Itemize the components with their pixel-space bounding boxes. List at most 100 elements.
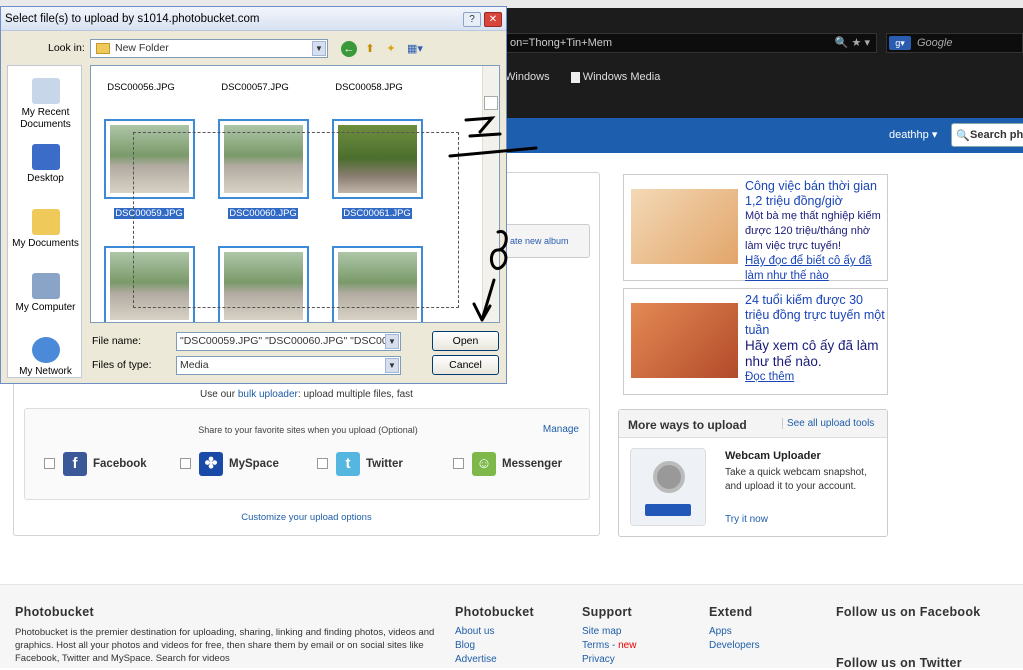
- file-name-label: File name:: [92, 335, 142, 347]
- file-item[interactable]: DSC00056.JPG: [91, 82, 191, 93]
- footer-col-title: Photobucket: [455, 605, 534, 619]
- share-myspace[interactable]: ✤ MySpace: [180, 451, 279, 477]
- up-folder-icon[interactable]: ⬆: [362, 41, 378, 57]
- place-my-computer[interactable]: My Computer: [8, 273, 83, 314]
- file-type-select[interactable]: Media ▼: [176, 356, 401, 375]
- manage-link[interactable]: Manage: [543, 424, 579, 435]
- ad-1[interactable]: Công việc bán thời gian 1,2 triệu đồng/g…: [623, 174, 888, 284]
- share-twitter[interactable]: t Twitter: [317, 451, 403, 477]
- checkbox[interactable]: [44, 458, 55, 470]
- place-desktop[interactable]: Desktop: [8, 144, 83, 185]
- share-messenger[interactable]: ☺ Messenger: [453, 451, 562, 477]
- address-bar[interactable]: on=Thong+Tin+Mem 🔍 ★ ▾: [505, 33, 877, 53]
- chevron-down-icon[interactable]: ▼: [385, 334, 399, 349]
- my-computer-icon: [31, 273, 60, 299]
- ad-image: [631, 303, 738, 378]
- file-name-input[interactable]: "DSC00059.JPG" "DSC00060.JPG" "DSC000 ▼: [176, 332, 401, 351]
- selection-rectangle: [133, 132, 459, 308]
- footer-link[interactable]: Advertise: [455, 654, 497, 665]
- cancel-button[interactable]: Cancel: [432, 355, 499, 375]
- facebook-icon: f: [63, 451, 87, 476]
- checkbox[interactable]: [180, 458, 191, 470]
- share-panel: Share to your favorite sites when you up…: [24, 408, 590, 500]
- footer-link[interactable]: Site map: [582, 626, 621, 637]
- google-search-box[interactable]: g▾ Google: [886, 33, 1023, 53]
- file-open-dialog: Select file(s) to upload by s1014.photob…: [0, 6, 507, 384]
- dialog-title: Select file(s) to upload by s1014.photob…: [5, 13, 260, 25]
- chevron-down-icon[interactable]: ▼: [312, 41, 326, 56]
- see-all-tools-link[interactable]: See all upload tools: [782, 418, 874, 429]
- bookmark-windows[interactable]: Windows: [505, 71, 550, 83]
- bulk-uploader-text: Use our bulk uploader: upload multiple f…: [200, 389, 413, 400]
- webcam-title: Webcam Uploader: [725, 450, 821, 462]
- share-facebook[interactable]: f Facebook: [44, 451, 147, 477]
- new-folder-icon[interactable]: ✦: [383, 41, 399, 57]
- footer-link[interactable]: Terms - new: [582, 640, 636, 651]
- bulk-uploader-link[interactable]: bulk uploader: [238, 389, 298, 400]
- webcam-desc: Take a quick webcam snapshot, and upload…: [725, 467, 867, 492]
- share-text: Share to your favorite sites when you up…: [198, 425, 418, 435]
- footer-col-title: Extend: [709, 605, 753, 619]
- recent-documents-icon: [31, 78, 60, 104]
- try-it-link[interactable]: Try it now: [725, 514, 768, 525]
- user-menu[interactable]: deathhp ▾: [889, 128, 937, 141]
- twitter-icon: t: [336, 451, 360, 476]
- ad-title: 24 tuổi kiếm được 30 triệu đồng trực tuy…: [745, 293, 885, 337]
- back-icon[interactable]: ←: [341, 41, 357, 57]
- customize-upload-link[interactable]: Customize your upload options: [13, 512, 600, 523]
- place-recent[interactable]: My Recent Documents: [8, 78, 83, 131]
- checkbox[interactable]: [453, 458, 464, 470]
- footer-link[interactable]: Blog: [455, 640, 475, 651]
- new-badge: new: [618, 640, 637, 651]
- ad-2[interactable]: 24 tuổi kiếm được 30 triệu đồng trực tuy…: [623, 288, 888, 395]
- footer-link[interactable]: Privacy: [582, 654, 615, 665]
- file-type-label: Files of type:: [92, 359, 152, 371]
- annotation-seven-mark: [448, 116, 538, 158]
- footer: Photobucket Photobucket is the premier d…: [0, 584, 1023, 670]
- footer-description: Photobucket is the premier destination f…: [15, 627, 435, 664]
- google-logo-icon: g▾: [889, 36, 911, 50]
- look-in-label: Look in:: [48, 42, 85, 54]
- place-my-network[interactable]: My Network: [8, 337, 83, 378]
- messenger-icon: ☺: [472, 451, 496, 476]
- myspace-icon: ✤: [199, 451, 223, 476]
- ad-body: Hãy xem cô ấy đã làm như thế nào.: [745, 338, 879, 369]
- footer-link[interactable]: Developers: [709, 640, 760, 651]
- footer-link[interactable]: Apps: [709, 626, 732, 637]
- file-item[interactable]: DSC00057.JPG: [205, 82, 305, 93]
- help-button[interactable]: ?: [463, 12, 481, 27]
- handwritten-annotations: [448, 116, 538, 322]
- view-menu-icon[interactable]: ▦▾: [404, 41, 426, 57]
- site-search-input[interactable]: 🔍 Search ph: [951, 123, 1023, 147]
- chevron-down-icon[interactable]: ▼: [385, 358, 399, 373]
- webcam-icon[interactable]: [630, 448, 706, 526]
- file-item[interactable]: DSC00058.JPG: [319, 82, 419, 93]
- star-icon[interactable]: 🔍 ★ ▾: [835, 34, 870, 52]
- file-list: DSC00056.JPG DSC00057.JPG DSC00058.JPG D…: [90, 65, 500, 323]
- places-bar: My Recent Documents Desktop My Documents…: [7, 65, 82, 378]
- ad-body: Một bà mẹ thất nghiệp kiếm được 120 triệ…: [745, 210, 881, 252]
- folder-icon: [96, 43, 110, 54]
- dialog-titlebar: Select file(s) to upload by s1014.photob…: [1, 7, 506, 31]
- checkbox[interactable]: [317, 458, 328, 470]
- my-network-icon: [31, 337, 60, 363]
- bookmark-windows-media[interactable]: Windows Media: [570, 71, 660, 83]
- footer-brand: Photobucket: [15, 605, 94, 619]
- place-my-documents[interactable]: My Documents: [8, 209, 83, 250]
- follow-facebook[interactable]: Follow us on Facebook: [836, 605, 981, 619]
- site-header: deathhp ▾ 🔍 Search ph: [505, 118, 1023, 153]
- my-documents-icon: [31, 209, 60, 235]
- ad-title: Công việc bán thời gian 1,2 triệu đồng/g…: [745, 179, 877, 208]
- ad-link[interactable]: Hãy đọc để biết cô ấy đã làm như thế nào: [745, 254, 887, 284]
- more-ways-title: More ways to upload: [628, 418, 747, 432]
- search-icon: 🔍: [956, 130, 970, 142]
- bookmarks-bar: Windows Windows Media: [505, 66, 1023, 88]
- annotation-eight-arrow: [472, 230, 508, 322]
- footer-link[interactable]: About us: [455, 626, 494, 637]
- ad-link[interactable]: Đọc thêm: [745, 370, 887, 385]
- footer-col-title: Support: [582, 605, 633, 619]
- page-icon: [570, 71, 580, 83]
- open-button[interactable]: Open: [432, 331, 499, 351]
- look-in-select[interactable]: New Folder ▼: [90, 39, 328, 58]
- close-button[interactable]: ✕: [484, 12, 502, 27]
